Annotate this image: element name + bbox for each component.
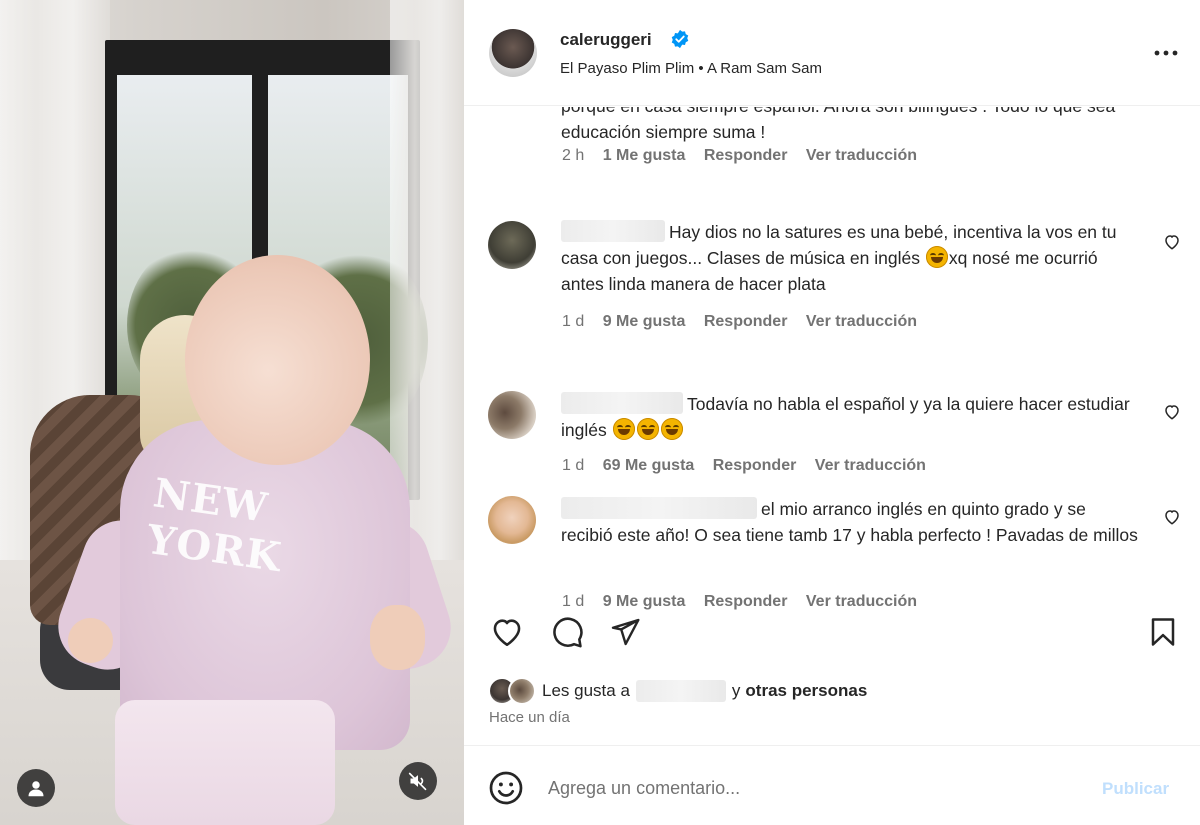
tagged-users-button[interactable] xyxy=(17,769,55,807)
comment-time: 2 h xyxy=(562,147,585,164)
emoji-picker-icon[interactable] xyxy=(488,770,524,806)
reply-button[interactable]: Responder xyxy=(704,313,788,330)
comment-meta: 2 h 1 Me gusta Responder Ver traducción xyxy=(562,147,931,165)
reply-button[interactable]: Responder xyxy=(704,147,788,164)
like-button[interactable] xyxy=(488,613,526,651)
post-details-panel: caleruggeri El Payaso Plim Plim • A Ram … xyxy=(464,0,1200,825)
see-translation-button[interactable]: Ver traducción xyxy=(815,457,926,474)
commenter-avatar[interactable] xyxy=(488,496,536,544)
commenter-avatar[interactable] xyxy=(488,221,536,269)
bookmark-icon xyxy=(1151,618,1175,646)
author-avatar[interactable] xyxy=(489,29,537,77)
redacted-username[interactable] xyxy=(635,680,726,702)
publish-button[interactable]: Publicar xyxy=(1102,779,1169,799)
heart-icon xyxy=(1165,510,1179,525)
comment-meta: 1 d 69 Me gusta Responder Ver traducción xyxy=(562,457,940,475)
baby-hand-left xyxy=(68,618,113,663)
comment-time: 1 d xyxy=(562,313,585,330)
likes-connector: y xyxy=(731,681,741,700)
post-video[interactable]: NEW YORK xyxy=(0,0,464,825)
comment-text: Todavía no habla el español y ya la quie… xyxy=(561,391,1141,443)
verified-badge-icon xyxy=(671,29,689,49)
comment-text: Hay dios no la satures es una bebé, ince… xyxy=(561,219,1141,297)
post-time: Hace un día xyxy=(489,709,570,726)
comment-likes[interactable]: 9 Me gusta xyxy=(603,593,686,610)
likes-summary[interactable]: Les gusta a y otras personas xyxy=(488,676,867,706)
comment-meta: 1 d 9 Me gusta Responder Ver traducción xyxy=(562,313,931,331)
mute-button[interactable] xyxy=(399,762,437,800)
laughing-emoji xyxy=(660,418,683,441)
speaker-muted-icon xyxy=(408,772,427,791)
baby-head xyxy=(185,255,370,465)
likes-prefix: Les gusta a xyxy=(542,681,630,700)
reply-button[interactable]: Responder xyxy=(713,457,797,474)
laughing-emoji xyxy=(636,418,659,441)
more-options-button[interactable] xyxy=(1149,36,1183,70)
comment-item: el mio arranco inglés en quinto grado y … xyxy=(464,496,1200,613)
thinking-face-emoji xyxy=(925,246,948,269)
reply-button[interactable]: Responder xyxy=(704,593,788,610)
share-button[interactable] xyxy=(606,613,644,651)
comment-time: 1 d xyxy=(562,457,585,474)
heart-icon xyxy=(1165,235,1179,250)
comment-text: porque en casa siempre español. Ahora so… xyxy=(561,107,1115,142)
comment-likes[interactable]: 1 Me gusta xyxy=(603,147,686,164)
post-action-bar xyxy=(464,613,1200,665)
comment-text: el mio arranco inglés en quinto grado y … xyxy=(561,496,1141,548)
redacted-username[interactable] xyxy=(561,392,683,415)
commenter-avatar[interactable] xyxy=(488,391,536,439)
redacted-username[interactable] xyxy=(561,497,757,520)
comment-likes[interactable]: 9 Me gusta xyxy=(603,313,686,330)
comment-like-button[interactable] xyxy=(1161,231,1183,253)
more-horizontal-icon xyxy=(1154,50,1178,56)
heart-icon xyxy=(1165,405,1179,420)
author-username[interactable]: caleruggeri xyxy=(560,30,652,50)
comment-input[interactable] xyxy=(548,772,1088,804)
save-button[interactable] xyxy=(1144,613,1182,651)
heart-icon xyxy=(493,619,521,647)
baby-pants xyxy=(115,700,335,825)
comment-item: porque en casa siempre español. Ahora so… xyxy=(464,107,1200,193)
comment-icon xyxy=(553,617,583,648)
comment-meta: 1 d 9 Me gusta Responder Ver traducción xyxy=(562,593,931,611)
comment-likes[interactable]: 69 Me gusta xyxy=(603,457,695,474)
comment-item: Hay dios no la satures es una bebé, ince… xyxy=(464,219,1200,339)
liker-avatar xyxy=(508,677,536,705)
comment-item: Todavía no habla el español y ya la quie… xyxy=(464,391,1200,481)
comment-button[interactable] xyxy=(548,613,586,651)
send-icon xyxy=(611,618,640,646)
baby-hand-right xyxy=(370,605,425,670)
add-comment-bar: Publicar xyxy=(464,745,1200,825)
comments-list[interactable]: porque en casa siempre español. Ahora so… xyxy=(464,107,1200,613)
see-translation-button[interactable]: Ver traducción xyxy=(806,147,917,164)
comment-like-button[interactable] xyxy=(1161,506,1183,528)
others-link[interactable]: otras personas xyxy=(745,681,867,701)
redacted-username[interactable] xyxy=(561,220,665,243)
post-header: caleruggeri El Payaso Plim Plim • A Ram … xyxy=(464,0,1200,106)
see-translation-button[interactable]: Ver traducción xyxy=(806,313,917,330)
audio-track-link[interactable]: El Payaso Plim Plim • A Ram Sam Sam xyxy=(560,60,822,77)
comment-like-button[interactable] xyxy=(1161,401,1183,423)
comment-time: 1 d xyxy=(562,593,585,610)
laughing-emoji xyxy=(612,418,635,441)
user-icon xyxy=(28,781,44,797)
see-translation-button[interactable]: Ver traducción xyxy=(806,593,917,610)
